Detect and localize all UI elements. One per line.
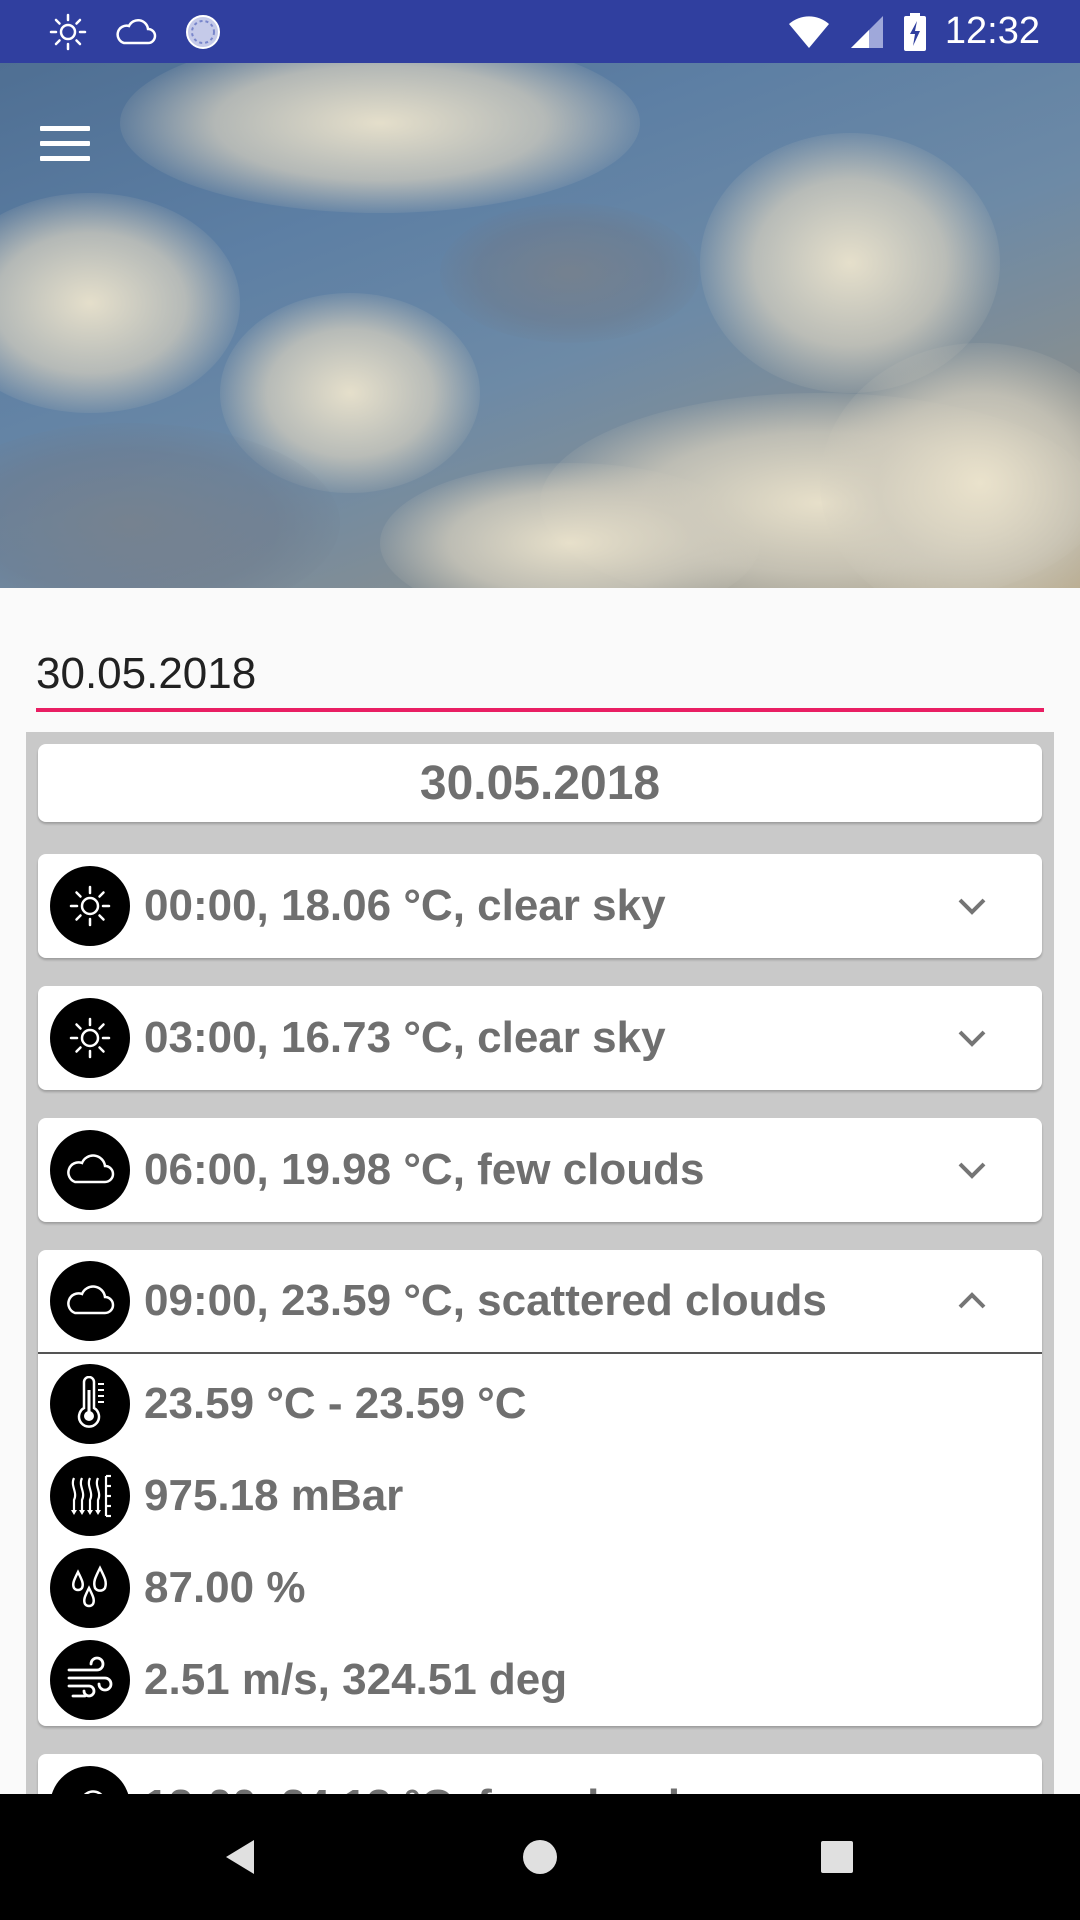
header-sky-image <box>0 63 1080 588</box>
cloud-icon <box>50 1261 130 1341</box>
forecast-entry[interactable]: 00:00, 18.06 °C, clear sky <box>38 854 1042 958</box>
forecast-details: 23.59 °C - 23.59 °C 975.18 mBar 87.00 % … <box>38 1354 1042 1726</box>
chevron-down-icon[interactable] <box>952 1786 992 1794</box>
forecast-entry-label: 12:00, 24.13 °C, few clouds <box>144 1781 705 1794</box>
wifi-icon <box>788 15 829 48</box>
clock: 12:32 <box>944 10 1040 52</box>
forecast-entry-label: 06:00, 19.98 °C, few clouds <box>144 1145 705 1194</box>
forecast-list[interactable]: 30.05.2018 00:00, 18.06 °C, clear sky 03… <box>26 732 1054 1794</box>
menu-icon <box>40 125 90 131</box>
wind-value: 2.51 m/s, 324.51 deg <box>144 1655 568 1704</box>
signal-icon <box>850 15 883 48</box>
wind-row: 2.51 m/s, 324.51 deg <box>38 1634 1042 1726</box>
forecast-entry-expanded[interactable]: 09:00, 23.59 °C, scattered clouds 23.59 … <box>38 1250 1042 1726</box>
notification-icons <box>48 12 222 52</box>
humidity-row: 87.00 % <box>38 1542 1042 1634</box>
menu-button[interactable] <box>40 115 104 171</box>
date-input-underline <box>36 708 1044 712</box>
battery-icon <box>903 12 926 51</box>
thermometer-icon <box>50 1364 130 1444</box>
temperature-row: 23.59 °C - 23.59 °C <box>38 1358 1042 1450</box>
system-icons: 12:32 <box>787 0 1040 63</box>
pressure-icon <box>50 1456 130 1536</box>
cloud-icon <box>50 1766 130 1794</box>
forecast-entry[interactable]: 12:00, 24.13 °C, few clouds <box>38 1754 1042 1794</box>
forecast-entry-label: 00:00, 18.06 °C, clear sky <box>144 881 666 930</box>
navigation-bar <box>0 1794 1080 1920</box>
date-field-container <box>36 640 1044 712</box>
chevron-down-icon[interactable] <box>952 886 992 926</box>
chevron-down-icon[interactable] <box>952 1150 992 1190</box>
recents-icon[interactable] <box>812 1832 862 1882</box>
humidity-value: 87.00 % <box>144 1563 306 1612</box>
home-icon[interactable] <box>515 1832 565 1882</box>
status-bar: 12:32 <box>0 0 1080 63</box>
cloud-icon <box>50 1130 130 1210</box>
wind-icon <box>50 1640 130 1720</box>
sun-icon <box>50 998 130 1078</box>
cloud-icon <box>116 19 157 45</box>
sun-icon <box>50 866 130 946</box>
chevron-down-icon[interactable] <box>952 1018 992 1058</box>
forecast-entry[interactable]: 03:00, 16.73 °C, clear sky <box>38 986 1042 1090</box>
pressure-row: 975.18 mBar <box>38 1450 1042 1542</box>
day-header-label: 30.05.2018 <box>419 756 661 810</box>
back-icon[interactable] <box>216 1832 266 1882</box>
temperature-range: 23.59 °C - 23.59 °C <box>144 1379 527 1428</box>
circle-icon <box>186 15 220 49</box>
date-input[interactable] <box>36 640 1044 708</box>
chevron-up-icon[interactable] <box>952 1281 992 1321</box>
forecast-entry-label: 03:00, 16.73 °C, clear sky <box>144 1013 666 1062</box>
forecast-entry[interactable]: 06:00, 19.98 °C, few clouds <box>38 1118 1042 1222</box>
sun-icon <box>49 13 87 51</box>
water-drops-icon <box>50 1548 130 1628</box>
day-header: 30.05.2018 <box>38 744 1042 822</box>
pressure-value: 975.18 mBar <box>144 1471 404 1520</box>
forecast-entry-label: 09:00, 23.59 °C, scattered clouds <box>144 1276 827 1325</box>
